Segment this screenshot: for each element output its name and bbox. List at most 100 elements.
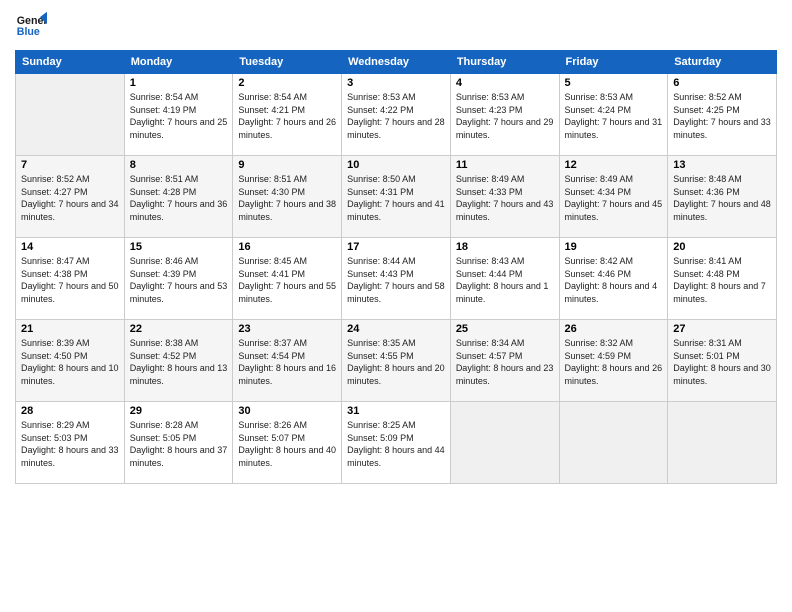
week-row-4: 21 Sunrise: 8:39 AM Sunset: 4:50 PM Dayl…: [16, 320, 777, 402]
day-info: Sunrise: 8:47 AM Sunset: 4:38 PM Dayligh…: [21, 255, 119, 305]
day-number: 28: [21, 405, 119, 417]
sunrise-label: Sunrise: 8:39 AM: [21, 338, 90, 348]
sunset-label: Sunset: 4:43 PM: [347, 269, 414, 279]
day-info: Sunrise: 8:38 AM Sunset: 4:52 PM Dayligh…: [130, 337, 228, 387]
week-row-5: 28 Sunrise: 8:29 AM Sunset: 5:03 PM Dayl…: [16, 402, 777, 484]
day-info: Sunrise: 8:31 AM Sunset: 5:01 PM Dayligh…: [673, 337, 771, 387]
day-number: 14: [21, 241, 119, 253]
calendar-cell: 8 Sunrise: 8:51 AM Sunset: 4:28 PM Dayli…: [124, 156, 233, 238]
sunrise-label: Sunrise: 8:51 AM: [130, 174, 199, 184]
day-number: 18: [456, 241, 554, 253]
day-info: Sunrise: 8:54 AM Sunset: 4:19 PM Dayligh…: [130, 91, 228, 141]
calendar-cell: [450, 402, 559, 484]
day-number: 9: [238, 159, 336, 171]
sunrise-label: Sunrise: 8:32 AM: [565, 338, 634, 348]
day-number: 22: [130, 323, 228, 335]
daylight-label: Daylight: 8 hours and 1 minute.: [456, 281, 549, 304]
calendar-cell: 27 Sunrise: 8:31 AM Sunset: 5:01 PM Dayl…: [668, 320, 777, 402]
day-info: Sunrise: 8:42 AM Sunset: 4:46 PM Dayligh…: [565, 255, 663, 305]
day-info: Sunrise: 8:43 AM Sunset: 4:44 PM Dayligh…: [456, 255, 554, 305]
calendar-cell: 15 Sunrise: 8:46 AM Sunset: 4:39 PM Dayl…: [124, 238, 233, 320]
sunset-label: Sunset: 4:44 PM: [456, 269, 523, 279]
sunrise-label: Sunrise: 8:51 AM: [238, 174, 307, 184]
calendar-cell: 23 Sunrise: 8:37 AM Sunset: 4:54 PM Dayl…: [233, 320, 342, 402]
sunset-label: Sunset: 4:46 PM: [565, 269, 632, 279]
day-info: Sunrise: 8:39 AM Sunset: 4:50 PM Dayligh…: [21, 337, 119, 387]
sunrise-label: Sunrise: 8:48 AM: [673, 174, 742, 184]
calendar-cell: 31 Sunrise: 8:25 AM Sunset: 5:09 PM Dayl…: [342, 402, 451, 484]
sunset-label: Sunset: 4:59 PM: [565, 351, 632, 361]
sunset-label: Sunset: 4:25 PM: [673, 105, 740, 115]
sunset-label: Sunset: 4:24 PM: [565, 105, 632, 115]
sunrise-label: Sunrise: 8:49 AM: [565, 174, 634, 184]
daylight-label: Daylight: 8 hours and 13 minutes.: [130, 363, 228, 386]
day-info: Sunrise: 8:37 AM Sunset: 4:54 PM Dayligh…: [238, 337, 336, 387]
page-container: General Blue SundayMondayTuesdayWednesda…: [0, 0, 792, 494]
sunrise-label: Sunrise: 8:25 AM: [347, 420, 416, 430]
day-number: 24: [347, 323, 445, 335]
sunset-label: Sunset: 4:30 PM: [238, 187, 305, 197]
daylight-label: Daylight: 7 hours and 29 minutes.: [456, 117, 554, 140]
sunrise-label: Sunrise: 8:35 AM: [347, 338, 416, 348]
sunrise-label: Sunrise: 8:29 AM: [21, 420, 90, 430]
logo: General Blue: [15, 10, 51, 42]
calendar-table: SundayMondayTuesdayWednesdayThursdayFrid…: [15, 50, 777, 484]
svg-text:Blue: Blue: [17, 26, 40, 38]
day-number: 31: [347, 405, 445, 417]
daylight-label: Daylight: 8 hours and 10 minutes.: [21, 363, 119, 386]
daylight-label: Daylight: 7 hours and 55 minutes.: [238, 281, 336, 304]
sunset-label: Sunset: 4:54 PM: [238, 351, 305, 361]
day-info: Sunrise: 8:53 AM Sunset: 4:24 PM Dayligh…: [565, 91, 663, 141]
day-info: Sunrise: 8:32 AM Sunset: 4:59 PM Dayligh…: [565, 337, 663, 387]
sunrise-label: Sunrise: 8:45 AM: [238, 256, 307, 266]
sunrise-label: Sunrise: 8:37 AM: [238, 338, 307, 348]
calendar-cell: 28 Sunrise: 8:29 AM Sunset: 5:03 PM Dayl…: [16, 402, 125, 484]
daylight-label: Daylight: 7 hours and 41 minutes.: [347, 199, 445, 222]
day-number: 30: [238, 405, 336, 417]
day-info: Sunrise: 8:29 AM Sunset: 5:03 PM Dayligh…: [21, 419, 119, 469]
calendar-cell: 24 Sunrise: 8:35 AM Sunset: 4:55 PM Dayl…: [342, 320, 451, 402]
week-row-1: 1 Sunrise: 8:54 AM Sunset: 4:19 PM Dayli…: [16, 74, 777, 156]
daylight-label: Daylight: 7 hours and 33 minutes.: [673, 117, 771, 140]
weekday-header-sunday: Sunday: [16, 51, 125, 74]
calendar-cell: 18 Sunrise: 8:43 AM Sunset: 4:44 PM Dayl…: [450, 238, 559, 320]
sunset-label: Sunset: 5:01 PM: [673, 351, 740, 361]
weekday-header-monday: Monday: [124, 51, 233, 74]
day-number: 17: [347, 241, 445, 253]
calendar-cell: 6 Sunrise: 8:52 AM Sunset: 4:25 PM Dayli…: [668, 74, 777, 156]
day-info: Sunrise: 8:51 AM Sunset: 4:30 PM Dayligh…: [238, 173, 336, 223]
sunset-label: Sunset: 4:33 PM: [456, 187, 523, 197]
calendar-cell: 1 Sunrise: 8:54 AM Sunset: 4:19 PM Dayli…: [124, 74, 233, 156]
daylight-label: Daylight: 8 hours and 16 minutes.: [238, 363, 336, 386]
day-info: Sunrise: 8:49 AM Sunset: 4:33 PM Dayligh…: [456, 173, 554, 223]
weekday-header-friday: Friday: [559, 51, 668, 74]
sunset-label: Sunset: 4:36 PM: [673, 187, 740, 197]
daylight-label: Daylight: 8 hours and 40 minutes.: [238, 445, 336, 468]
weekday-header-tuesday: Tuesday: [233, 51, 342, 74]
day-info: Sunrise: 8:34 AM Sunset: 4:57 PM Dayligh…: [456, 337, 554, 387]
header: General Blue: [15, 10, 777, 42]
sunset-label: Sunset: 4:19 PM: [130, 105, 197, 115]
day-number: 3: [347, 77, 445, 89]
day-info: Sunrise: 8:28 AM Sunset: 5:05 PM Dayligh…: [130, 419, 228, 469]
calendar-cell: [559, 402, 668, 484]
calendar-cell: 5 Sunrise: 8:53 AM Sunset: 4:24 PM Dayli…: [559, 74, 668, 156]
day-info: Sunrise: 8:54 AM Sunset: 4:21 PM Dayligh…: [238, 91, 336, 141]
week-row-3: 14 Sunrise: 8:47 AM Sunset: 4:38 PM Dayl…: [16, 238, 777, 320]
daylight-label: Daylight: 7 hours and 48 minutes.: [673, 199, 771, 222]
sunrise-label: Sunrise: 8:50 AM: [347, 174, 416, 184]
sunrise-label: Sunrise: 8:43 AM: [456, 256, 525, 266]
sunset-label: Sunset: 4:27 PM: [21, 187, 88, 197]
weekday-header-thursday: Thursday: [450, 51, 559, 74]
calendar-cell: 25 Sunrise: 8:34 AM Sunset: 4:57 PM Dayl…: [450, 320, 559, 402]
sunset-label: Sunset: 4:39 PM: [130, 269, 197, 279]
sunrise-label: Sunrise: 8:54 AM: [130, 92, 199, 102]
daylight-label: Daylight: 8 hours and 4 minutes.: [565, 281, 658, 304]
day-info: Sunrise: 8:48 AM Sunset: 4:36 PM Dayligh…: [673, 173, 771, 223]
day-number: 25: [456, 323, 554, 335]
daylight-label: Daylight: 7 hours and 36 minutes.: [130, 199, 228, 222]
day-number: 6: [673, 77, 771, 89]
day-number: 11: [456, 159, 554, 171]
calendar-cell: 22 Sunrise: 8:38 AM Sunset: 4:52 PM Dayl…: [124, 320, 233, 402]
sunset-label: Sunset: 4:31 PM: [347, 187, 414, 197]
